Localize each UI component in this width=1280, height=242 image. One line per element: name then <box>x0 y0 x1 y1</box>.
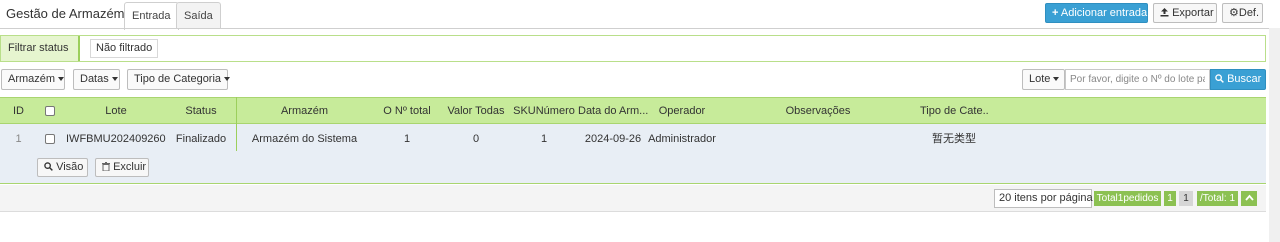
chevron-up-icon <box>1244 194 1254 201</box>
scroll-top-button[interactable] <box>1241 191 1257 206</box>
total-orders-badge: Total1pedidos <box>1094 191 1161 206</box>
row-checkbox[interactable] <box>45 134 55 144</box>
lote-dropdown[interactable]: Lote <box>1022 69 1065 90</box>
tab-entrada[interactable]: Entrada <box>124 2 179 30</box>
table-header: ID Lote Status Armazém O Nº total Valor … <box>0 97 1266 124</box>
filter-status-row: Filtrar status Não filtrado <box>0 35 1266 62</box>
table-body: 1 IWFBMU2024092600... Finalizado Armazém… <box>0 97 1266 184</box>
cell-armazem: Armazém do Sistema <box>251 133 358 145</box>
per-page-label: 20 itens por página <box>999 192 1093 204</box>
tab-divider <box>0 28 1270 29</box>
scrollbar-track[interactable] <box>1269 28 1280 242</box>
cell-tipo: 暂无类型 <box>932 133 976 145</box>
top-bar: Gestão de Armazém› Entrada Saída + Adici… <box>0 0 1280 30</box>
column-operador[interactable]: Operador <box>648 98 716 124</box>
cell-lote[interactable]: IWFBMU2024092600... <box>66 130 166 148</box>
tab-saida[interactable]: Saída <box>176 2 221 29</box>
plus-icon: + <box>1052 7 1059 19</box>
caret-down-icon <box>58 77 65 82</box>
breadcrumb[interactable]: Gestão de Armazém› <box>6 6 135 21</box>
cell-sku: 1 <box>540 133 548 145</box>
column-id[interactable]: ID <box>0 98 37 124</box>
cell-total: 1 <box>403 133 411 145</box>
filter-status-value[interactable]: Não filtrado <box>90 39 159 58</box>
cell-status: Finalizado <box>175 133 227 145</box>
caret-down-icon <box>111 77 118 82</box>
cell-observacoes <box>716 130 920 148</box>
column-status[interactable]: Status <box>166 98 236 124</box>
armazem-dropdown-label: Armazém <box>8 73 56 85</box>
cell-data: 2024-09-26 <box>584 133 642 145</box>
datas-dropdown[interactable]: Datas <box>73 69 120 90</box>
column-total[interactable]: O Nº total <box>372 98 442 124</box>
view-button-label: Visão <box>56 161 84 173</box>
search-button-label: Buscar <box>1227 73 1262 85</box>
search-button[interactable]: Buscar <box>1210 69 1266 90</box>
column-data[interactable]: Data do Arm... <box>578 98 648 124</box>
column-lote[interactable]: Lote <box>66 98 166 124</box>
tipo-categoria-dropdown[interactable]: Tipo de Categoria <box>127 69 231 90</box>
search-input[interactable] <box>1065 69 1210 90</box>
search-icon <box>1215 74 1224 83</box>
column-armazem[interactable]: Armazém <box>237 98 372 124</box>
cell-id: 1 <box>15 133 22 145</box>
total-pages-badge: /Total: 1 <box>1197 191 1238 206</box>
lote-dropdown-label: Lote <box>1029 73 1051 85</box>
upload-icon <box>1160 8 1169 17</box>
view-button[interactable]: Visão <box>37 158 88 177</box>
delete-button[interactable]: Excluir <box>95 158 149 177</box>
page-number[interactable]: 1 <box>1164 191 1176 206</box>
breadcrumb-label: Gestão de Armazém <box>6 6 125 21</box>
per-page-select[interactable]: 20 itens por página <box>994 189 1102 208</box>
add-entry-label: Adicionar entrada <box>1060 7 1148 19</box>
column-valor[interactable]: Valor Todas <box>442 98 510 124</box>
export-button[interactable]: Exportar <box>1153 3 1217 23</box>
column-tipo[interactable]: Tipo de Cate... <box>920 98 988 124</box>
search-icon <box>44 162 53 171</box>
cell-operador: Administrador <box>648 133 716 145</box>
delete-button-label: Excluir <box>113 161 147 173</box>
trash-icon <box>102 162 110 172</box>
tipo-dropdown-label: Tipo de Categoria <box>134 73 222 85</box>
pagination-bar: 20 itens por página Total1pedidos 1 1 /T… <box>0 185 1266 212</box>
caret-down-icon <box>224 77 231 82</box>
datas-dropdown-label: Datas <box>80 73 109 85</box>
caret-down-icon <box>1053 77 1060 82</box>
cell-valor: 0 <box>472 133 480 145</box>
add-entry-button[interactable]: + Adicionar entrada <box>1045 3 1148 23</box>
settings-label: Def. <box>1238 7 1260 19</box>
export-label: Exportar <box>1172 7 1214 19</box>
select-all-checkbox[interactable] <box>45 106 55 116</box>
armazem-dropdown[interactable]: Armazém <box>1 69 65 90</box>
current-page[interactable]: 1 <box>1179 191 1193 206</box>
column-sku[interactable]: SKUNúmero <box>510 98 578 124</box>
settings-button[interactable]: ⚙Def. <box>1222 3 1263 23</box>
filter-status-label: Filtrar status <box>1 36 80 61</box>
column-observacoes[interactable]: Observações <box>716 98 920 124</box>
gear-icon: ⚙ <box>1229 7 1239 19</box>
